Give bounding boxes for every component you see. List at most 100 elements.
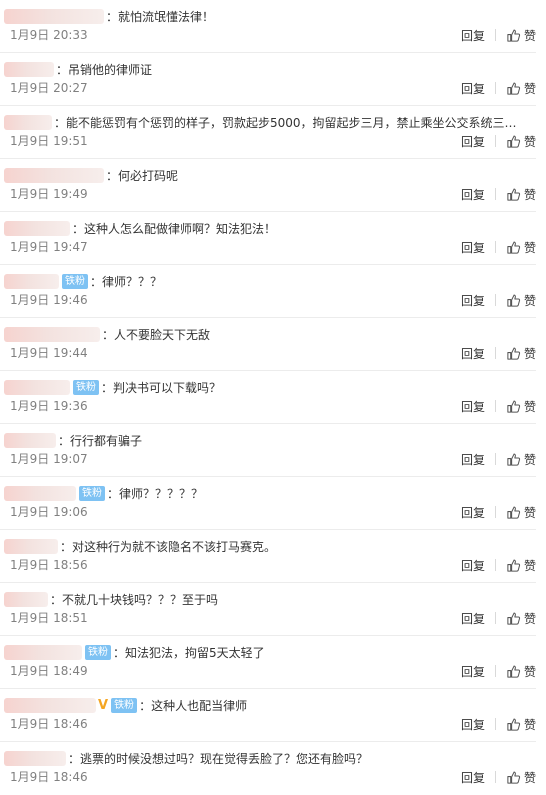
comment-item: ：这种人怎么配做律师啊？知法犯法！ 1月9日 19:47 回复 赞: [0, 212, 536, 265]
comment-item: V 铁粉 ：这种人也配当律师 1月9日 18:46 回复 赞: [0, 689, 536, 742]
like-button[interactable]: 赞: [506, 239, 536, 256]
reply-button[interactable]: 回复: [461, 345, 485, 362]
comment-time: 1月9日 19:47: [10, 240, 88, 254]
comment-time: 1月9日 19:07: [10, 452, 88, 466]
comment-actions: 回复 赞: [461, 502, 536, 522]
username[interactable]: [4, 114, 52, 130]
reply-button[interactable]: 回复: [461, 504, 485, 521]
comment-line: ：就怕流氓懂法律！: [4, 4, 524, 28]
like-button[interactable]: 赞: [506, 186, 536, 203]
comment-item: ：逃票的时候没想过吗？现在觉得丢脸了？您还有脸吗？ 1月9日 18:46 回复 …: [0, 742, 536, 795]
action-divider: [494, 718, 496, 730]
comment-item: ：不就几十块钱吗？？？至于吗 1月9日 18:51 回复 赞: [0, 583, 536, 636]
comment-actions: 回复 赞: [461, 608, 536, 628]
comment-item: ：对这种行为就不该隐名不该打马赛克。 1月9日 18:56 回复 赞: [0, 530, 536, 583]
comment-line: ：逃票的时候没想过吗？现在觉得丢脸了？您还有脸吗？: [4, 746, 524, 770]
reply-button[interactable]: 回复: [461, 27, 485, 44]
like-label: 赞: [523, 346, 536, 361]
comment-text: ：人不要脸天下无敌: [102, 327, 211, 342]
reply-button[interactable]: 回复: [461, 133, 485, 150]
comment-time: 1月9日 19:49: [10, 187, 88, 201]
username[interactable]: [4, 485, 76, 501]
comment-item: ：就怕流氓懂法律！ 1月9日 20:33 回复 赞: [0, 0, 536, 53]
reply-button[interactable]: 回复: [461, 186, 485, 203]
like-button[interactable]: 赞: [506, 769, 536, 786]
comment-text: ：就怕流氓懂法律！: [106, 9, 215, 24]
like-label: 赞: [523, 505, 536, 520]
action-divider: [494, 347, 496, 359]
username[interactable]: [4, 8, 104, 24]
like-button[interactable]: 赞: [506, 716, 536, 733]
comment-time: 1月9日 18:56: [10, 558, 88, 572]
like-label: 赞: [523, 611, 536, 626]
comment-text: ：判决书可以下载吗？: [101, 380, 222, 395]
verified-icon: V: [98, 697, 109, 713]
thumbs-up-icon: [507, 135, 521, 148]
like-button[interactable]: 赞: [506, 557, 536, 574]
thumbs-up-icon: [507, 188, 521, 201]
reply-button[interactable]: 回复: [461, 716, 485, 733]
like-button[interactable]: 赞: [506, 398, 536, 415]
comment-item: ：吊销他的律师证 1月9日 20:27 回复 赞: [0, 53, 536, 106]
username[interactable]: [4, 61, 54, 77]
reply-button[interactable]: 回复: [461, 292, 485, 309]
like-button[interactable]: 赞: [506, 663, 536, 680]
username[interactable]: [4, 750, 66, 766]
reply-button[interactable]: 回复: [461, 557, 485, 574]
like-button[interactable]: 赞: [506, 80, 536, 97]
comment-actions: 回复 赞: [461, 131, 536, 151]
comment-time: 1月9日 19:44: [10, 346, 88, 360]
like-label: 赞: [523, 770, 536, 785]
username[interactable]: [4, 220, 70, 236]
reply-button[interactable]: 回复: [461, 80, 485, 97]
username[interactable]: [4, 167, 104, 183]
reply-button[interactable]: 回复: [461, 663, 485, 680]
fan-badge: 铁粉: [62, 273, 88, 289]
comment-text: ：吊销他的律师证: [56, 62, 153, 77]
comment-text: ：逃票的时候没想过吗？现在觉得丢脸了？您还有脸吗？: [68, 751, 369, 766]
comment-text: ：这种人怎么配做律师啊？知法犯法！: [72, 221, 277, 236]
reply-button[interactable]: 回复: [461, 610, 485, 627]
action-divider: [494, 29, 496, 41]
like-button[interactable]: 赞: [506, 610, 536, 627]
action-divider: [494, 82, 496, 94]
thumbs-up-icon: [507, 612, 521, 625]
reply-button[interactable]: 回复: [461, 769, 485, 786]
comment-line: ：行行都有骗子: [4, 428, 524, 452]
like-button[interactable]: 赞: [506, 345, 536, 362]
like-label: 赞: [523, 293, 536, 308]
reply-button[interactable]: 回复: [461, 451, 485, 468]
reply-button[interactable]: 回复: [461, 398, 485, 415]
action-divider: [494, 453, 496, 465]
comment-time: 1月9日 18:46: [10, 770, 88, 784]
username[interactable]: [4, 326, 100, 342]
comment-actions: 回复 赞: [461, 767, 536, 787]
username[interactable]: [4, 591, 48, 607]
fan-badge: 铁粉: [85, 644, 111, 660]
comment-list: ：就怕流氓懂法律！ 1月9日 20:33 回复 赞 ：吊销他的律师证 1月9日 …: [0, 0, 546, 785]
action-divider: [494, 771, 496, 783]
username[interactable]: [4, 697, 96, 713]
comment-actions: 回复 赞: [461, 78, 536, 98]
action-divider: [494, 612, 496, 624]
like-button[interactable]: 赞: [506, 451, 536, 468]
like-button[interactable]: 赞: [506, 504, 536, 521]
comment-time: 1月9日 18:49: [10, 664, 88, 678]
comment-time: 1月9日 20:27: [10, 81, 88, 95]
comment-time: 1月9日 18:51: [10, 611, 88, 625]
comment-text: ：何必打码呢: [106, 168, 179, 183]
like-label: 赞: [523, 28, 536, 43]
like-button[interactable]: 赞: [506, 292, 536, 309]
username[interactable]: [4, 379, 70, 395]
like-button[interactable]: 赞: [506, 133, 536, 150]
username[interactable]: [4, 538, 58, 554]
username[interactable]: [4, 432, 56, 448]
comment-line: ：人不要脸天下无敌: [4, 322, 524, 346]
like-button[interactable]: 赞: [506, 27, 536, 44]
comment-actions: 回复 赞: [461, 449, 536, 469]
username[interactable]: [4, 644, 82, 660]
reply-button[interactable]: 回复: [461, 239, 485, 256]
username[interactable]: [4, 273, 59, 289]
comment-line: ：何必打码呢: [4, 163, 524, 187]
like-label: 赞: [523, 664, 536, 679]
